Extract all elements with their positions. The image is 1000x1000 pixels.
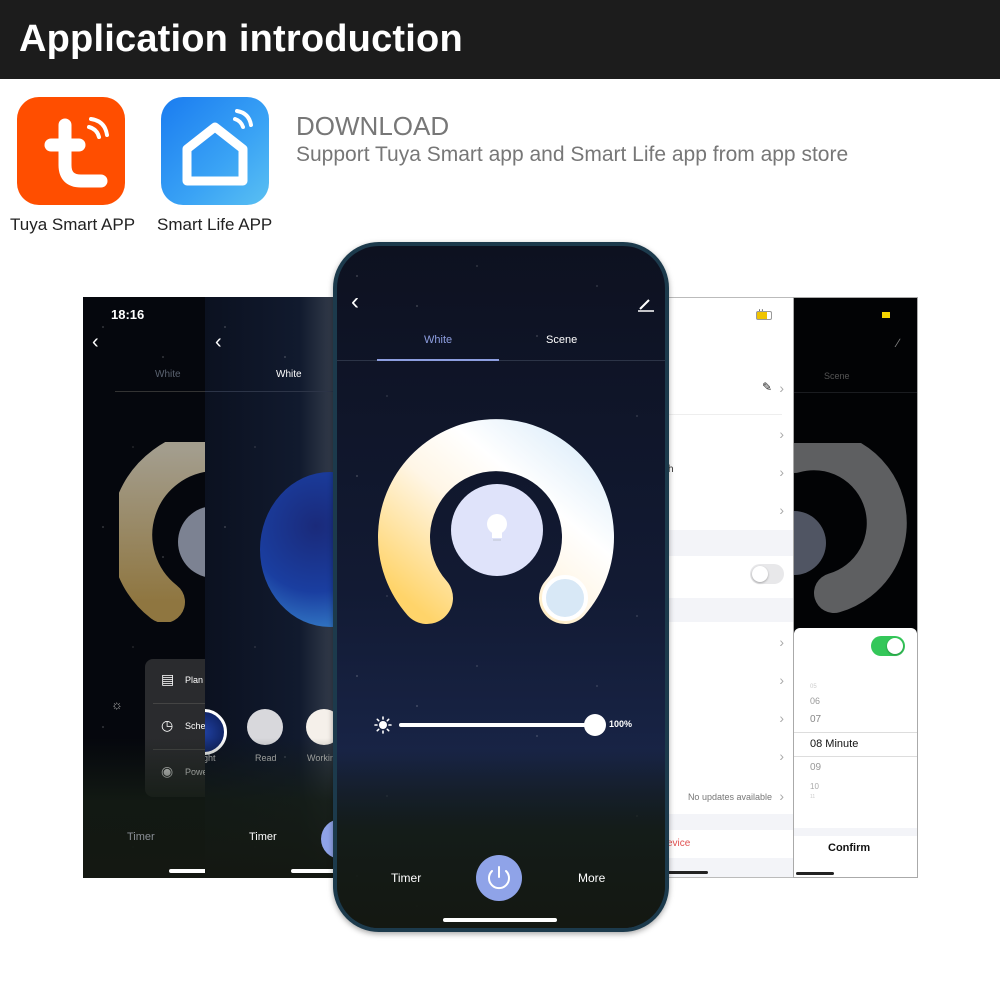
tuya-logo-icon (44, 117, 109, 188)
plan-icon: ▤ (161, 671, 175, 687)
back-icon[interactable]: ‹ (351, 290, 359, 314)
page-title: Application introduction (19, 18, 463, 60)
chevron-right-icon[interactable]: › (779, 502, 784, 518)
chevron-right-icon[interactable]: › (779, 710, 784, 726)
picker-option[interactable]: 11 (810, 794, 815, 800)
chevron-right-icon[interactable]: › (779, 464, 784, 480)
brightness-value: 100% (609, 719, 633, 729)
brightness-sun-icon (374, 716, 392, 734)
back-icon[interactable]: ‹ (92, 331, 99, 354)
picker-option[interactable]: 10 (810, 782, 819, 791)
smart-life-house-icon (182, 109, 253, 186)
tab-white[interactable]: White (155, 369, 181, 380)
screenshot-white-menu: 18:16 ‹ White ☼ ▤ Plan ◷ Sche ◉ Powe Tim… (83, 297, 213, 878)
chevron-right-icon[interactable]: › (779, 380, 784, 396)
page-header: Application introduction (0, 0, 1000, 79)
screenshot-settings: ⁞⁞ ≈ ✎ › › h › › › › › › No updates avai… (665, 297, 795, 878)
edit-icon[interactable]: ∕ (897, 336, 899, 350)
back-icon[interactable]: ‹ (215, 331, 222, 354)
timer-button[interactable]: Timer (249, 831, 277, 843)
tab-white[interactable]: White (424, 334, 452, 346)
timer-button[interactable]: Timer (127, 831, 155, 843)
wheel-handle (542, 575, 588, 621)
brightness-slider[interactable] (399, 714, 606, 736)
power-icon (488, 866, 510, 890)
edit-icon[interactable] (637, 298, 655, 312)
chevron-right-icon[interactable]: › (779, 426, 784, 442)
smart-life-app-label: Smart Life APP (157, 215, 273, 234)
smart-life-app-icon (161, 97, 269, 205)
download-title: DOWNLOAD (296, 111, 450, 141)
screenshot-timer-picker: ∕ Scene 05 06 07 08 Minute 09 10 11 Conf… (793, 297, 918, 878)
main-phone-screen: ‹ White Scene 100% Timer More (337, 246, 665, 928)
download-subtitle: Support Tuya Smart app and Smart Life ap… (296, 143, 849, 166)
timer-sheet: 05 06 07 08 Minute 09 10 11 Confirm (794, 628, 917, 877)
tuya-app-label: Tuya Smart APP (10, 215, 136, 234)
brightness-handle[interactable] (584, 714, 606, 736)
sun-icon: ☼ (111, 697, 123, 712)
clock-icon: ◷ (161, 717, 174, 733)
tab-scene[interactable]: Scene (824, 371, 850, 381)
remove-device-button[interactable]: evice (667, 838, 690, 849)
timer-button[interactable]: Timer (391, 871, 421, 885)
picker-option[interactable]: 07 (810, 714, 821, 725)
brightness-fill (399, 723, 595, 727)
tab-scene[interactable]: Scene (546, 334, 577, 346)
edit-icon[interactable]: ✎ (762, 380, 772, 394)
home-indicator (443, 918, 557, 922)
tuya-app-icon (17, 97, 125, 205)
chevron-right-icon[interactable]: › (779, 672, 784, 688)
screenshot-scene: ‹ White ght Read Workin Timer (205, 297, 340, 878)
color-temperature-wheel[interactable] (377, 416, 617, 636)
picker-option[interactable]: 05 (810, 684, 817, 690)
picker-selected[interactable]: 08 Minute (810, 738, 858, 750)
firmware-status[interactable]: No updates available (688, 792, 772, 802)
chevron-right-icon[interactable]: › (779, 748, 784, 764)
chevron-right-icon[interactable]: › (779, 788, 784, 804)
battery-icon (882, 312, 890, 318)
menu-item-plan[interactable]: Plan (185, 675, 203, 685)
tab-active-indicator (377, 359, 499, 361)
picker-option[interactable]: 06 (810, 696, 820, 706)
battery-icon (756, 311, 772, 320)
power-button[interactable] (476, 855, 522, 901)
tab-white[interactable]: White (276, 369, 302, 380)
main-phone: ‹ White Scene 100% Timer More (333, 242, 669, 932)
picker-option[interactable]: 09 (810, 762, 821, 773)
timer-toggle[interactable] (871, 636, 905, 656)
menu-item-schedule[interactable]: Sche (185, 721, 206, 731)
more-button[interactable]: More (578, 871, 605, 885)
status-time: 18:16 (111, 307, 145, 322)
confirm-button[interactable]: Confirm (828, 842, 870, 854)
color-wheel-dim (794, 443, 907, 613)
settings-toggle[interactable] (750, 564, 784, 584)
color-wheel-dim (119, 442, 213, 622)
chevron-right-icon[interactable]: › (779, 634, 784, 650)
